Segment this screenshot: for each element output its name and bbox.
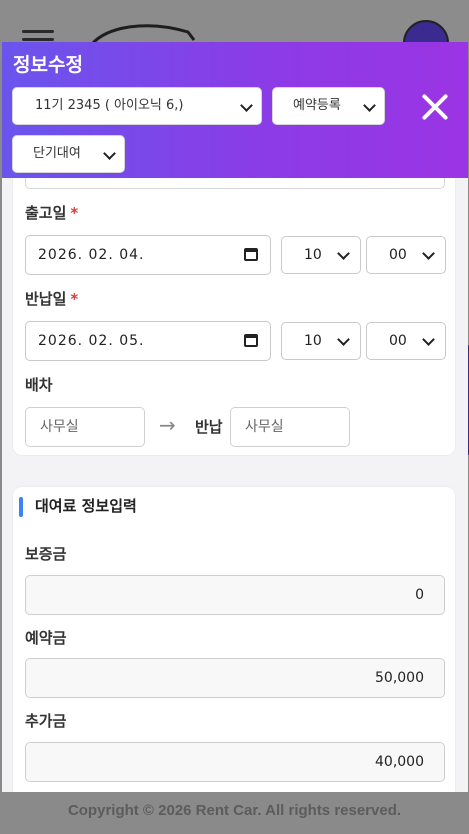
return-place-label: 반납 bbox=[195, 418, 223, 436]
additional-fee-input[interactable]: 40,000 bbox=[25, 742, 445, 782]
fee-card: 대여료 정보입력 보증금 0 예약금 50,000 추가금 40,000 bbox=[12, 486, 456, 792]
return-hour-select[interactable]: 10 bbox=[281, 322, 361, 360]
booking-type-value: 예약등록 bbox=[293, 98, 341, 113]
calendar-icon[interactable] bbox=[244, 248, 258, 261]
required-mark: * bbox=[70, 290, 79, 308]
dispatch-label: 배차 bbox=[25, 376, 53, 394]
arrow-right-icon: → bbox=[159, 413, 176, 437]
chevron-down-icon bbox=[363, 99, 376, 112]
edit-info-modal: 정보수정 11기 2345 ( 아이오닉 6,) 예약등록 단기대여 출고일 * … bbox=[2, 42, 468, 792]
car-select-value: 11기 2345 ( 아이오닉 6,) bbox=[35, 98, 184, 113]
reservation-fee-label: 예약금 bbox=[25, 629, 67, 647]
section-accent-bar bbox=[19, 497, 23, 517]
partial-input-field[interactable] bbox=[25, 178, 445, 189]
footer-copyright: Copyright © 2026 Rent Car. All rights re… bbox=[0, 792, 469, 834]
required-mark: * bbox=[70, 204, 79, 222]
chevron-down-icon bbox=[103, 147, 116, 160]
out-hour-value: 10 bbox=[304, 247, 322, 263]
out-minute-select[interactable]: 00 bbox=[366, 236, 446, 274]
dispatch-place-input[interactable]: 사무실 bbox=[25, 407, 145, 447]
booking-type-select[interactable]: 예약등록 bbox=[272, 87, 385, 125]
deposit-input[interactable]: 0 bbox=[25, 575, 445, 615]
return-date-label: 반납일 * bbox=[25, 290, 79, 308]
schedule-card: 출고일 * 2026. 02. 04. 10 00 반납일 * 2026. 02. … bbox=[12, 178, 456, 456]
modal-header: 정보수정 11기 2345 ( 아이오닉 6,) 예약등록 단기대여 bbox=[2, 42, 468, 178]
fee-section-title: 대여료 정보입력 bbox=[35, 497, 137, 515]
return-hour-value: 10 bbox=[304, 333, 322, 349]
return-date-input[interactable]: 2026. 02. 05. bbox=[25, 321, 271, 361]
deposit-label: 보증금 bbox=[25, 545, 67, 563]
return-minute-select[interactable]: 00 bbox=[366, 322, 446, 360]
chevron-down-icon bbox=[337, 333, 350, 346]
modal-body: 출고일 * 2026. 02. 04. 10 00 반납일 * 2026. 02. … bbox=[2, 178, 468, 792]
chevron-down-icon bbox=[422, 247, 435, 260]
rental-type-value: 단기대여 bbox=[33, 146, 81, 161]
out-date-input[interactable]: 2026. 02. 04. bbox=[25, 235, 271, 275]
close-icon[interactable] bbox=[420, 92, 450, 122]
chevron-down-icon bbox=[422, 333, 435, 346]
chevron-down-icon bbox=[337, 247, 350, 260]
return-place-input[interactable]: 사무실 bbox=[230, 407, 350, 447]
return-minute-value: 00 bbox=[389, 333, 407, 349]
rental-type-select[interactable]: 단기대여 bbox=[12, 135, 125, 173]
out-minute-value: 00 bbox=[389, 247, 407, 263]
out-date-label: 출고일 * bbox=[25, 204, 79, 222]
return-date-value: 2026. 02. 05. bbox=[38, 333, 145, 349]
calendar-icon[interactable] bbox=[244, 334, 258, 347]
modal-title: 정보수정 bbox=[13, 54, 83, 76]
out-hour-select[interactable]: 10 bbox=[281, 236, 361, 274]
car-select[interactable]: 11기 2345 ( 아이오닉 6,) bbox=[12, 87, 262, 125]
reservation-fee-input[interactable]: 50,000 bbox=[25, 658, 445, 698]
out-date-value: 2026. 02. 04. bbox=[38, 247, 145, 263]
chevron-down-icon bbox=[240, 99, 253, 112]
additional-fee-label: 추가금 bbox=[25, 712, 67, 730]
